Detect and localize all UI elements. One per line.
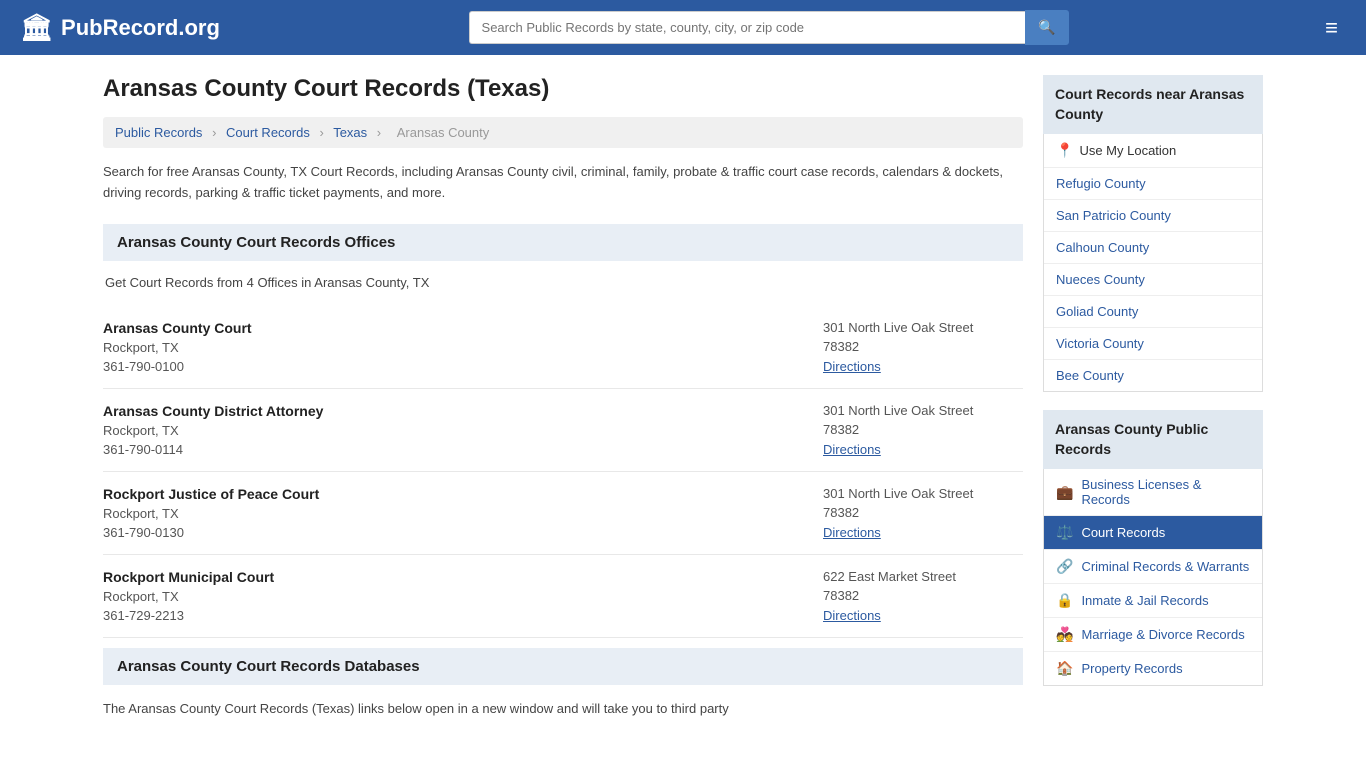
office-info: Rockport Municipal Court Rockport, TX 36… (103, 569, 274, 623)
office-address-block: 301 North Live Oak Street 78382 Directio… (823, 403, 1023, 457)
offices-section-header: Aransas County Court Records Offices (103, 224, 1023, 261)
search-icon: 🔍 (1038, 19, 1055, 35)
office-address: 622 East Market Street (823, 569, 1023, 584)
public-record-item[interactable]: 💑 Marriage & Divorce Records (1044, 618, 1262, 652)
public-records-list: 💼 Business Licenses & Records ⚖️ Court Reco… (1043, 469, 1263, 686)
search-input[interactable] (469, 11, 1026, 44)
record-label: Criminal Records & Warrants (1081, 559, 1249, 574)
office-info: Aransas County Court Rockport, TX 361-79… (103, 320, 252, 374)
office-zip: 78382 (823, 505, 1023, 520)
public-record-item[interactable]: ⚖️ Court Records (1044, 516, 1262, 550)
public-record-item[interactable]: 💼 Business Licenses & Records (1044, 469, 1262, 516)
public-records-section-header: Aransas County Public Records (1043, 410, 1263, 469)
office-phone: 361-729-2213 (103, 608, 274, 623)
page-title: Aransas County Court Records (Texas) (103, 75, 1023, 103)
office-city: Rockport, TX (103, 340, 252, 355)
page-description: Search for free Aransas County, TX Court… (103, 162, 1023, 204)
office-zip: 78382 (823, 588, 1023, 603)
databases-section-header: Aransas County Court Records Databases (103, 648, 1023, 685)
office-entry: Aransas County Court Rockport, TX 361-79… (103, 306, 1023, 389)
office-city: Rockport, TX (103, 506, 319, 521)
nearby-county-item[interactable]: San Patricio County (1044, 200, 1262, 232)
office-name: Rockport Municipal Court (103, 569, 274, 585)
record-label: Property Records (1081, 661, 1182, 676)
sidebar: Court Records near Aransas County 📍 Use M… (1043, 75, 1263, 719)
nearby-county-item[interactable]: Bee County (1044, 360, 1262, 391)
office-entry: Rockport Municipal Court Rockport, TX 36… (103, 555, 1023, 638)
directions-link[interactable]: Directions (823, 525, 881, 540)
public-record-item[interactable]: 🏠 Property Records (1044, 652, 1262, 685)
offices-intro: Get Court Records from 4 Offices in Aran… (103, 275, 1023, 290)
office-phone: 361-790-0130 (103, 525, 319, 540)
record-icon: 🔗 (1056, 558, 1073, 575)
offices-list: Aransas County Court Rockport, TX 361-79… (103, 306, 1023, 638)
nearby-county-item[interactable]: Goliad County (1044, 296, 1262, 328)
directions-link[interactable]: Directions (823, 442, 881, 457)
public-record-item[interactable]: 🔗 Criminal Records & Warrants (1044, 550, 1262, 584)
nearby-county-item[interactable]: Victoria County (1044, 328, 1262, 360)
breadcrumb-court-records[interactable]: Court Records (226, 125, 310, 140)
nearby-county-item[interactable]: Nueces County (1044, 264, 1262, 296)
office-name: Aransas County Court (103, 320, 252, 336)
use-location-label: Use My Location (1079, 143, 1176, 158)
office-address: 301 North Live Oak Street (823, 320, 1023, 335)
directions-link[interactable]: Directions (823, 359, 881, 374)
breadcrumb-public-records[interactable]: Public Records (115, 125, 202, 140)
office-zip: 78382 (823, 422, 1023, 437)
office-entry: Rockport Justice of Peace Court Rockport… (103, 472, 1023, 555)
office-name: Rockport Justice of Peace Court (103, 486, 319, 502)
office-phone: 361-790-0100 (103, 359, 252, 374)
nearby-list: 📍 Use My Location Refugio CountySan Patric… (1043, 134, 1263, 392)
office-phone: 361-790-0114 (103, 442, 323, 457)
menu-button[interactable]: ≡ (1317, 11, 1346, 45)
nearby-county-item[interactable]: Calhoun County (1044, 232, 1262, 264)
breadcrumb-sep-1: › (212, 125, 216, 140)
record-label: Marriage & Divorce Records (1081, 627, 1244, 642)
office-address: 301 North Live Oak Street (823, 403, 1023, 418)
logo-text: PubRecord.org (61, 15, 220, 41)
building-icon: 🏛 (20, 12, 53, 43)
breadcrumb-sep-3: › (377, 125, 381, 140)
breadcrumb-sep-2: › (319, 125, 323, 140)
record-label: Business Licenses & Records (1081, 477, 1250, 507)
record-icon: ⚖️ (1056, 524, 1073, 541)
office-address-block: 301 North Live Oak Street 78382 Directio… (823, 486, 1023, 540)
office-zip: 78382 (823, 339, 1023, 354)
site-header: 🏛 PubRecord.org 🔍 ≡ (0, 0, 1366, 55)
breadcrumb-texas[interactable]: Texas (333, 125, 367, 140)
record-icon: 💑 (1056, 626, 1073, 643)
nearby-county-item[interactable]: Refugio County (1044, 168, 1262, 200)
office-address: 301 North Live Oak Street (823, 486, 1023, 501)
search-button[interactable]: 🔍 (1025, 10, 1068, 45)
record-icon: 💼 (1056, 484, 1073, 501)
public-record-item[interactable]: 🔒 Inmate & Jail Records (1044, 584, 1262, 618)
record-icon: 🏠 (1056, 660, 1073, 677)
databases-section: Aransas County Court Records Databases T… (103, 648, 1023, 720)
site-logo[interactable]: 🏛 PubRecord.org (20, 12, 220, 43)
location-icon: 📍 (1056, 142, 1073, 159)
record-icon: 🔒 (1056, 592, 1073, 609)
directions-link[interactable]: Directions (823, 608, 881, 623)
nearby-section-header: Court Records near Aransas County (1043, 75, 1263, 134)
record-label: Inmate & Jail Records (1081, 593, 1208, 608)
office-city: Rockport, TX (103, 589, 274, 604)
databases-description: The Aransas County Court Records (Texas)… (103, 699, 1023, 720)
office-info: Aransas County District Attorney Rockpor… (103, 403, 323, 457)
record-label: Court Records (1081, 525, 1165, 540)
search-bar: 🔍 (469, 10, 1069, 45)
office-address-block: 622 East Market Street 78382 Directions (823, 569, 1023, 623)
main-container: Aransas County Court Records (Texas) Pub… (83, 55, 1283, 739)
breadcrumb: Public Records › Court Records › Texas ›… (103, 117, 1023, 148)
office-entry: Aransas County District Attorney Rockpor… (103, 389, 1023, 472)
breadcrumb-aransas: Aransas County (397, 125, 490, 140)
use-my-location[interactable]: 📍 Use My Location (1044, 134, 1262, 168)
office-address-block: 301 North Live Oak Street 78382 Directio… (823, 320, 1023, 374)
office-name: Aransas County District Attorney (103, 403, 323, 419)
main-content: Aransas County Court Records (Texas) Pub… (103, 75, 1023, 719)
office-info: Rockport Justice of Peace Court Rockport… (103, 486, 319, 540)
hamburger-icon: ≡ (1325, 15, 1338, 40)
office-city: Rockport, TX (103, 423, 323, 438)
